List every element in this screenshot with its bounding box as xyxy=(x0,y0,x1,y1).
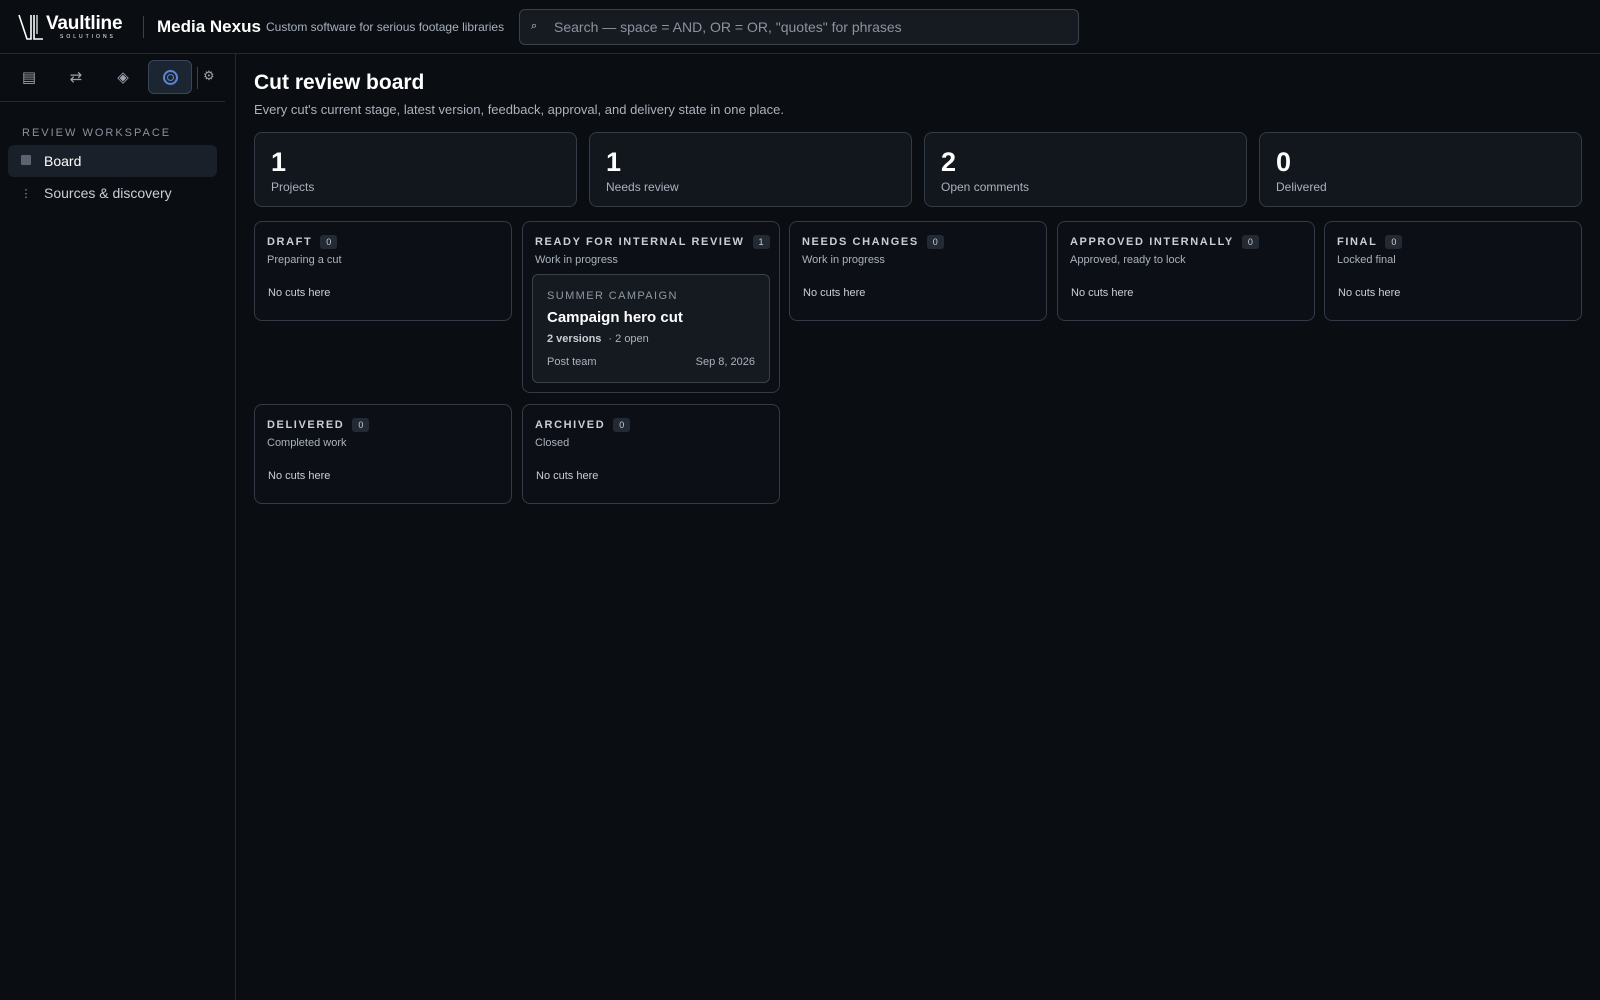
sidebar-item-board[interactable]: Board xyxy=(8,145,217,177)
board-square-icon xyxy=(8,154,44,168)
column-needs-changes: NEEDS CHANGES 0 Work in progress No cuts… xyxy=(789,221,1047,321)
page-title: Cut review board xyxy=(254,71,425,94)
stat-card-delivered: 0 Delivered xyxy=(1259,132,1582,207)
column-count-badge: 0 xyxy=(926,235,944,249)
column-count-badge: 1 xyxy=(752,235,770,249)
column-count-badge: 0 xyxy=(613,418,631,432)
sidebar-item-sources[interactable]: ⋮ Sources & discovery xyxy=(8,177,217,209)
column-count-badge: 0 xyxy=(1241,235,1259,249)
header-divider xyxy=(143,16,144,38)
column-count-badge: 0 xyxy=(320,235,338,249)
app-name: Media Nexus xyxy=(157,17,261,36)
search-box[interactable]: ⌕ xyxy=(519,9,1079,45)
cut-card[interactable]: SUMMER CAMPAIGN Campaign hero cut 2 vers… xyxy=(532,274,770,383)
card-versions: 2 versions xyxy=(547,333,602,345)
vaultline-logo[interactable]: Vaultline SOLUTIONS xyxy=(18,12,132,42)
stat-card-projects: 1 Projects xyxy=(254,132,577,207)
column-count-badge: 0 xyxy=(352,418,370,432)
column-subtitle: Locked final xyxy=(1337,254,1396,266)
stat-card-needs-review: 1 Needs review xyxy=(589,132,912,207)
card-meta: 2 versions · 2 open xyxy=(547,333,649,345)
column-subtitle: Work in progress xyxy=(802,254,885,266)
sidebar: ▤ ⇄ ◈ ⚙ REVIEW WORKSPACE Board ⋮ Sources… xyxy=(0,54,236,1000)
column-empty-text: No cuts here xyxy=(536,470,599,482)
column-title: READY FOR INTERNAL REVIEW xyxy=(535,236,745,248)
stat-value: 1 xyxy=(606,147,622,177)
rail-button-library[interactable]: ▤ xyxy=(7,60,51,94)
column-title: NEEDS CHANGES xyxy=(802,236,919,248)
nav-section-label: REVIEW WORKSPACE xyxy=(22,127,172,139)
sidebar-item-label: Sources & discovery xyxy=(44,185,172,201)
page-subtitle: Every cut's current stage, latest versio… xyxy=(254,102,784,117)
rail-button-transfer[interactable]: ⇄ xyxy=(54,60,98,94)
card-project-name: SUMMER CAMPAIGN xyxy=(547,290,678,302)
rail-divider xyxy=(197,67,198,89)
logo-word: Vaultline xyxy=(46,13,123,34)
column-title: DRAFT xyxy=(267,236,313,248)
column-empty-text: No cuts here xyxy=(268,470,331,482)
column-title: DELIVERED xyxy=(267,419,345,431)
column-archived: ARCHIVED 0 Closed No cuts here xyxy=(522,404,780,504)
search-icon: ⌕ xyxy=(531,20,538,32)
column-title: FINAL xyxy=(1337,236,1378,248)
column-empty-text: No cuts here xyxy=(268,287,331,299)
top-bar: Vaultline SOLUTIONS Media Nexus Custom s… xyxy=(0,0,1600,54)
column-subtitle: Approved, ready to lock xyxy=(1070,254,1186,266)
column-subtitle: Closed xyxy=(535,437,570,449)
column-count-badge: 0 xyxy=(1385,235,1403,249)
rail-button-tags[interactable]: ◈ xyxy=(101,60,145,94)
column-title: ARCHIVED xyxy=(535,419,606,431)
column-title: APPROVED INTERNALLY xyxy=(1070,236,1234,248)
stat-value: 0 xyxy=(1276,147,1292,177)
stat-label: Open comments xyxy=(941,180,1030,194)
column-approved-internally: APPROVED INTERNALLY 0 Approved, ready to… xyxy=(1057,221,1315,321)
column-empty-text: No cuts here xyxy=(1338,287,1401,299)
column-delivered: DELIVERED 0 Completed work No cuts here xyxy=(254,404,512,504)
column-subtitle: Work in progress xyxy=(535,254,618,266)
transfer-icon: ⇄ xyxy=(69,69,83,86)
column-empty-text: No cuts here xyxy=(803,287,866,299)
column-subtitle: Preparing a cut xyxy=(267,254,342,266)
stat-value: 2 xyxy=(941,147,957,177)
stat-value: 1 xyxy=(271,147,287,177)
stat-label: Projects xyxy=(271,180,315,194)
card-title: Campaign hero cut xyxy=(547,309,683,326)
card-date: Sep 8, 2026 xyxy=(695,356,755,368)
dotted-line-icon: ⋮ xyxy=(20,187,32,200)
diamond-icon: ◈ xyxy=(117,69,129,86)
library-icon: ▤ xyxy=(21,69,37,86)
column-draft: DRAFT 0 Preparing a cut No cuts here xyxy=(254,221,512,321)
gear-icon[interactable]: ⚙ xyxy=(203,68,215,84)
logo-subtitle: SOLUTIONS xyxy=(60,34,116,40)
stat-label: Needs review xyxy=(606,180,679,194)
review-ring-icon xyxy=(162,69,178,85)
app-tagline: Custom software for serious footage libr… xyxy=(266,20,505,34)
icon-rail: ▤ ⇄ ◈ ⚙ xyxy=(0,54,225,102)
rail-button-review[interactable] xyxy=(148,60,192,94)
sidebar-item-label: Board xyxy=(44,153,82,169)
card-owner: Post team xyxy=(547,356,597,368)
stat-label: Delivered xyxy=(1276,180,1327,194)
column-subtitle: Completed work xyxy=(267,437,347,449)
column-empty-text: No cuts here xyxy=(1071,287,1134,299)
stat-card-open-comments: 2 Open comments xyxy=(924,132,1247,207)
card-open-comments: · 2 open xyxy=(608,333,649,345)
logo-mark-icon xyxy=(18,14,43,40)
search-input[interactable] xyxy=(554,10,1069,44)
column-ready-for-internal-review: READY FOR INTERNAL REVIEW 1 Work in prog… xyxy=(522,221,780,393)
column-final: FINAL 0 Locked final No cuts here xyxy=(1324,221,1582,321)
